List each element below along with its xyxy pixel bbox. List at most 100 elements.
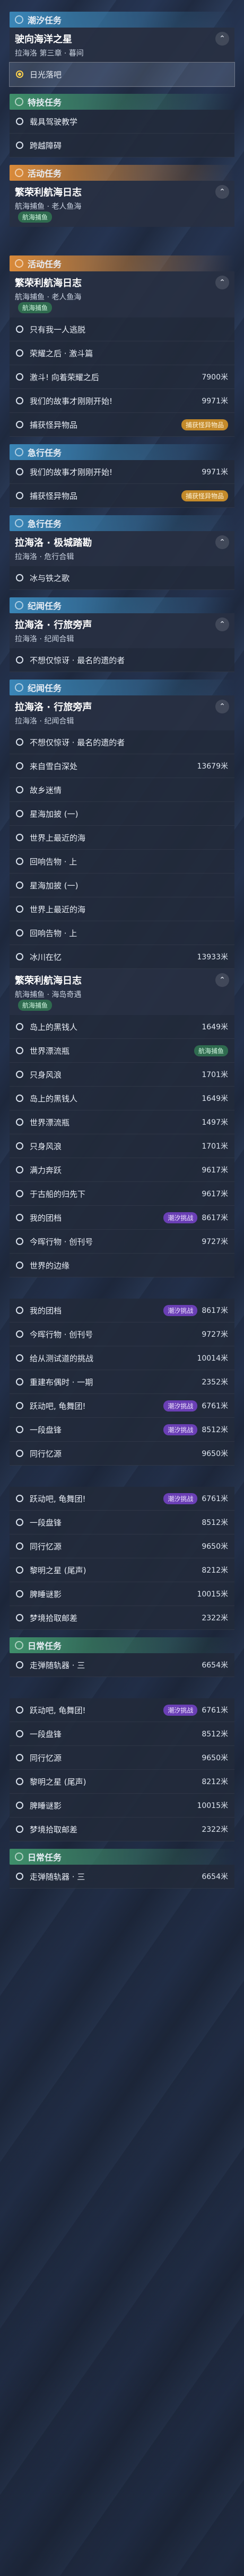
- item-label: 跃动吧, 龟舞团!: [30, 1494, 86, 1504]
- quest-title-row[interactable]: 繁荣利航海日志 航海捕鱼 · 老人鱼海 航海捕鱼 ⌃: [10, 271, 234, 317]
- list-item[interactable]: 梦境拾取邮差 2322米: [10, 1818, 234, 1841]
- circle-icon: [16, 1402, 23, 1409]
- section-header-activity: 活动任务: [10, 165, 234, 181]
- item-distance: 1497米: [202, 1118, 228, 1127]
- item-label: 同行忆源: [30, 1449, 62, 1459]
- list-item[interactable]: 岛上的黑钱人 1649米: [10, 1015, 234, 1039]
- list-item[interactable]: 同行忆源 9650米: [10, 1442, 234, 1466]
- quest-title-row[interactable]: 拉海洛 · 行旅旁声 拉海洛 · 纪闻合辑 ⌃: [10, 695, 234, 730]
- list-item[interactable]: 我们的故事才刚刚开始! 9971米: [10, 460, 234, 484]
- list-item[interactable]: 冰与铁之歌: [10, 566, 234, 590]
- item-label: 跨越障碍: [30, 140, 62, 151]
- chevron-up-icon[interactable]: ⌃: [215, 973, 229, 987]
- list-item[interactable]: 重建布偶时 · 一期 2352米: [10, 1370, 234, 1394]
- list-item[interactable]: 回响告物 · 上: [10, 921, 234, 945]
- list-item[interactable]: 我的团档 潮汐挑战 8617米: [10, 1206, 234, 1230]
- list-item[interactable]: 今晖行物 · 创刊号 9727米: [10, 1230, 234, 1254]
- circle-icon: [16, 1590, 23, 1598]
- list-item[interactable]: 不想仅惊讶 · 最名的遗的者: [10, 730, 234, 754]
- list-item[interactable]: 冰川在忆 13933米: [10, 945, 234, 969]
- quest-title-row[interactable]: 拉海洛 · 行旅旁声 拉海洛 · 纪闻合辑 ⌃: [10, 613, 234, 648]
- list-item[interactable]: 世界漂流瓶 航海捕鱼: [10, 1039, 234, 1063]
- section-label: 日常任务: [28, 1641, 62, 1651]
- list-item[interactable]: 跃动吧, 龟舞团! 潮汐挑战 6761米: [10, 1487, 234, 1511]
- list-item[interactable]: 故乡迷情: [10, 778, 234, 802]
- chevron-up-icon[interactable]: ⌃: [215, 700, 229, 713]
- section-label: 活动任务: [28, 169, 62, 179]
- list-item[interactable]: 梦境拾取邮差 2322米: [10, 1606, 234, 1630]
- list-item[interactable]: 黎明之星 (尾声) 8212米: [10, 1770, 234, 1794]
- item-label: 星海加披 (一): [30, 880, 79, 890]
- list-item[interactable]: 跃动吧, 龟舞团! 潮汐挑战 6761米: [10, 1698, 234, 1722]
- quest-title-row[interactable]: 繁荣利航海日志 航海捕鱼 · 老人鱼海 航海捕鱼 ⌃: [10, 181, 234, 227]
- quest-title-row[interactable]: 驶向海洋之星 拉海洛 第三章 · 暮间 ⌃: [10, 28, 234, 63]
- item-label: 给从测试道的挑战: [30, 1353, 94, 1363]
- list-item[interactable]: 来自雪白深处 13679米: [10, 754, 234, 778]
- item-label: 只身风浪: [30, 1070, 62, 1080]
- list-item[interactable]: 一段盘锋 8512米: [10, 1511, 234, 1534]
- list-item[interactable]: 荣耀之后 · 激斗篇: [10, 341, 234, 365]
- circle-icon: [16, 1873, 23, 1880]
- item-label: 跃动吧, 龟舞团!: [30, 1705, 86, 1715]
- chevron-up-icon[interactable]: ⌃: [215, 185, 229, 199]
- chevron-up-icon[interactable]: ⌃: [215, 276, 229, 289]
- list-item[interactable]: 捕获怪异物品 捕获怪异物品: [10, 413, 234, 437]
- list-item[interactable]: 载具驾驶教学: [10, 110, 234, 134]
- list-item[interactable]: 跨越障碍: [10, 134, 234, 157]
- section-header-tide: 潮汐任务: [10, 12, 234, 28]
- list-item[interactable]: 一段盘锋 潮汐挑战 8512米: [10, 1418, 234, 1442]
- list-item[interactable]: 走弹随轨器 · 三 6654米: [10, 1865, 234, 1889]
- list-item[interactable]: 我们的故事才刚刚开始! 9971米: [10, 389, 234, 413]
- item-label: 一段盘锋: [30, 1425, 62, 1435]
- circle-icon: [16, 1330, 23, 1338]
- list-item[interactable]: 岛上的黑钱人 1649米: [10, 1087, 234, 1110]
- list-item[interactable]: 星海加披 (一): [10, 874, 234, 897]
- chevron-up-icon[interactable]: ⌃: [215, 617, 229, 631]
- circle-icon: [16, 1614, 23, 1621]
- list-item[interactable]: 黎明之星 (尾声) 8212米: [10, 1558, 234, 1582]
- list-item[interactable]: 脾睡谜影 10015米: [10, 1794, 234, 1818]
- list-item[interactable]: 世界漂流瓶 1497米: [10, 1110, 234, 1134]
- circle-icon: [16, 1095, 23, 1102]
- item-distance: 10015米: [197, 1802, 228, 1810]
- list-item[interactable]: 回响告物 · 上: [10, 850, 234, 874]
- chevron-up-icon[interactable]: ⌃: [215, 32, 229, 46]
- list-item[interactable]: 世界上最近的海: [10, 826, 234, 850]
- item-label: 冰川在忆: [30, 952, 62, 962]
- list-item[interactable]: 跃动吧, 龟舞团! 潮汐挑战 6761米: [10, 1394, 234, 1418]
- item-label: 世界漂流瓶: [30, 1046, 70, 1056]
- list-item[interactable]: 走弹随轨器 · 三 6654米: [10, 1653, 234, 1677]
- quest-title-row[interactable]: 拉海洛 · 极城踏勘 拉海洛 · 危行合辑 ⌃: [10, 531, 234, 566]
- list-item[interactable]: 激斗! 向着荣耀之后 7900米: [10, 365, 234, 389]
- list-item[interactable]: 脾睡谜影 10015米: [10, 1582, 234, 1606]
- list-item[interactable]: 我的团档 潮汐挑战 8617米: [10, 1299, 234, 1322]
- list-item[interactable]: 日光落吧: [9, 62, 235, 87]
- list-item[interactable]: 今晖行物 · 创刊号 9727米: [10, 1322, 234, 1346]
- list-item[interactable]: 同行忆源 9650米: [10, 1746, 234, 1770]
- list-item[interactable]: 世界的边缘: [10, 1254, 234, 1277]
- circle-icon: [16, 1190, 23, 1197]
- list-item[interactable]: 于古船的归先下 9617米: [10, 1182, 234, 1206]
- chevron-up-icon[interactable]: ⌃: [215, 535, 229, 549]
- list-item[interactable]: 星海加披 (一): [10, 802, 234, 826]
- list-item[interactable]: 满力奔跃 9617米: [10, 1158, 234, 1182]
- list-item[interactable]: 只有我一人逃脱: [10, 317, 234, 341]
- item-label: 我们的故事才刚刚开始!: [30, 396, 113, 406]
- item-distance: 6654米: [202, 1873, 228, 1881]
- list-item[interactable]: 一段盘锋 8512米: [10, 1722, 234, 1746]
- quest-title: 拉海洛 · 行旅旁声: [15, 620, 92, 631]
- list-item[interactable]: 不想仅惊讶 · 最名的遗的者: [10, 648, 234, 672]
- quest-title-row[interactable]: 繁荣利航海日志 航海捕鱼 · 海岛奇遇 航海捕鱼 ⌃: [10, 969, 234, 1015]
- item-label: 一段盘锋: [30, 1729, 62, 1739]
- list-item[interactable]: 世界上最近的海: [10, 897, 234, 921]
- item-distance: 1701米: [202, 1071, 228, 1079]
- app-root: 潮汐任务 驶向海洋之星 拉海洛 第三章 · 暮间 ⌃ 日光落吧 特技任务 载具驾驶教学 跨越障…: [0, 0, 244, 2576]
- list-item[interactable]: 同行忆源 9650米: [10, 1534, 234, 1558]
- list-item[interactable]: 捕获怪异物品 捕获怪异物品: [10, 484, 234, 508]
- circle-icon: [16, 1566, 23, 1574]
- list-item[interactable]: 给从测试道的挑战 10014米: [10, 1346, 234, 1370]
- item-label: 重建布偶时 · 一期: [30, 1377, 93, 1387]
- list-item[interactable]: 只身风浪 1701米: [10, 1134, 234, 1158]
- section-icon: [15, 169, 23, 177]
- list-item[interactable]: 只身风浪 1701米: [10, 1063, 234, 1087]
